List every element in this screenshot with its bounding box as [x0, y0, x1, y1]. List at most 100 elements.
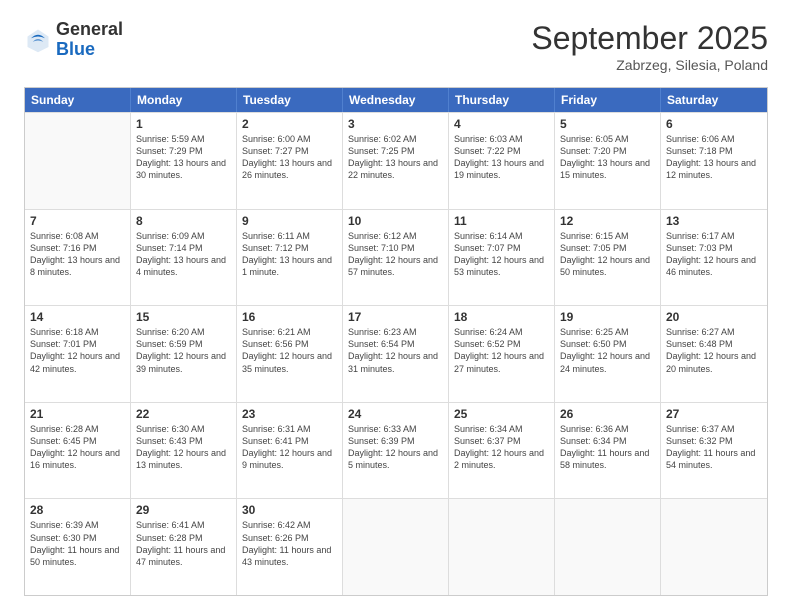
day-info: Sunrise: 6:33 AM Sunset: 6:39 PM Dayligh…	[348, 423, 443, 472]
day-info: Sunrise: 6:11 AM Sunset: 7:12 PM Dayligh…	[242, 230, 337, 279]
day-info: Sunrise: 6:34 AM Sunset: 6:37 PM Dayligh…	[454, 423, 549, 472]
weekday-header: Tuesday	[237, 88, 343, 112]
calendar-cell: 5Sunrise: 6:05 AM Sunset: 7:20 PM Daylig…	[555, 113, 661, 209]
calendar-cell: 20Sunrise: 6:27 AM Sunset: 6:48 PM Dayli…	[661, 306, 767, 402]
day-number: 14	[30, 310, 125, 324]
calendar-cell: 27 Sunrise: 6:37 AM Sunset: 6:32 PM Dayli…	[661, 403, 767, 499]
calendar-header: SundayMondayTuesdayWednesdayThursdayFrid…	[25, 88, 767, 112]
day-number: 16	[242, 310, 337, 324]
calendar-row: 14 Sunrise: 6:18 AM Sunset: 7:01 PM Dayli…	[25, 305, 767, 402]
calendar-cell: 8 Sunrise: 6:09 AM Sunset: 7:14 PM Daylig…	[131, 210, 237, 306]
calendar-cell: 24 Sunrise: 6:33 AM Sunset: 6:39 PM Dayli…	[343, 403, 449, 499]
calendar-cell: 1Sunrise: 5:59 AM Sunset: 7:29 PM Daylig…	[131, 113, 237, 209]
day-info: Sunrise: 6:14 AM Sunset: 7:07 PM Dayligh…	[454, 230, 549, 279]
day-info: Sunrise: 6:17 AM Sunset: 7:03 PM Dayligh…	[666, 230, 762, 279]
calendar-row: 7 Sunrise: 6:08 AM Sunset: 7:16 PM Daylig…	[25, 209, 767, 306]
calendar-cell: 4Sunrise: 6:03 AM Sunset: 7:22 PM Daylig…	[449, 113, 555, 209]
calendar-cell	[661, 499, 767, 595]
logo-blue: Blue	[56, 39, 95, 59]
day-number: 17	[348, 310, 443, 324]
day-number: 9	[242, 214, 337, 228]
day-info: Sunrise: 6:25 AM Sunset: 6:50 PM Dayligh…	[560, 326, 655, 375]
day-info: Sunrise: 6:30 AM Sunset: 6:43 PM Dayligh…	[136, 423, 231, 472]
calendar-cell: 25 Sunrise: 6:34 AM Sunset: 6:37 PM Dayli…	[449, 403, 555, 499]
day-number: 1	[136, 117, 231, 131]
day-number: 3	[348, 117, 443, 131]
day-info: Sunrise: 6:23 AM Sunset: 6:54 PM Dayligh…	[348, 326, 443, 375]
day-info: Sunrise: 6:12 AM Sunset: 7:10 PM Dayligh…	[348, 230, 443, 279]
weekday-header: Monday	[131, 88, 237, 112]
logo-icon	[24, 26, 52, 54]
title-block: September 2025 Zabrzeg, Silesia, Poland	[531, 20, 768, 73]
weekday-header: Saturday	[661, 88, 767, 112]
calendar-cell: 14 Sunrise: 6:18 AM Sunset: 7:01 PM Dayli…	[25, 306, 131, 402]
day-number: 21	[30, 407, 125, 421]
calendar-cell: 16 Sunrise: 6:21 AM Sunset: 6:56 PM Dayli…	[237, 306, 343, 402]
calendar-cell: 2Sunrise: 6:00 AM Sunset: 7:27 PM Daylig…	[237, 113, 343, 209]
day-number: 23	[242, 407, 337, 421]
day-info: Sunrise: 6:15 AM Sunset: 7:05 PM Dayligh…	[560, 230, 655, 279]
calendar-cell: 19Sunrise: 6:25 AM Sunset: 6:50 PM Dayli…	[555, 306, 661, 402]
day-info: Sunrise: 6:41 AM Sunset: 6:28 PM Dayligh…	[136, 519, 231, 568]
calendar-cell: 29Sunrise: 6:41 AM Sunset: 6:28 PM Dayli…	[131, 499, 237, 595]
calendar-cell: 22 Sunrise: 6:30 AM Sunset: 6:43 PM Dayli…	[131, 403, 237, 499]
calendar-cell: 11 Sunrise: 6:14 AM Sunset: 7:07 PM Dayli…	[449, 210, 555, 306]
calendar-cell: 17 Sunrise: 6:23 AM Sunset: 6:54 PM Dayli…	[343, 306, 449, 402]
day-number: 18	[454, 310, 549, 324]
day-info: Sunrise: 6:31 AM Sunset: 6:41 PM Dayligh…	[242, 423, 337, 472]
calendar: SundayMondayTuesdayWednesdayThursdayFrid…	[24, 87, 768, 596]
calendar-cell: 10 Sunrise: 6:12 AM Sunset: 7:10 PM Dayli…	[343, 210, 449, 306]
day-number: 6	[666, 117, 762, 131]
day-number: 13	[666, 214, 762, 228]
logo-general: General	[56, 19, 123, 39]
calendar-cell: 23 Sunrise: 6:31 AM Sunset: 6:41 PM Dayli…	[237, 403, 343, 499]
day-number: 24	[348, 407, 443, 421]
day-info: Sunrise: 6:28 AM Sunset: 6:45 PM Dayligh…	[30, 423, 125, 472]
day-number: 12	[560, 214, 655, 228]
calendar-body: 1Sunrise: 5:59 AM Sunset: 7:29 PM Daylig…	[25, 112, 767, 595]
calendar-cell: 21 Sunrise: 6:28 AM Sunset: 6:45 PM Dayli…	[25, 403, 131, 499]
calendar-cell: 3 Sunrise: 6:02 AM Sunset: 7:25 PM Daylig…	[343, 113, 449, 209]
day-info: Sunrise: 6:08 AM Sunset: 7:16 PM Dayligh…	[30, 230, 125, 279]
day-number: 2	[242, 117, 337, 131]
day-info: Sunrise: 6:09 AM Sunset: 7:14 PM Dayligh…	[136, 230, 231, 279]
day-number: 22	[136, 407, 231, 421]
calendar-cell	[555, 499, 661, 595]
day-info: Sunrise: 6:39 AM Sunset: 6:30 PM Dayligh…	[30, 519, 125, 568]
calendar-cell: 18Sunrise: 6:24 AM Sunset: 6:52 PM Dayli…	[449, 306, 555, 402]
calendar-cell: 12 Sunrise: 6:15 AM Sunset: 7:05 PM Dayli…	[555, 210, 661, 306]
day-number: 28	[30, 503, 125, 517]
calendar-cell: 7 Sunrise: 6:08 AM Sunset: 7:16 PM Daylig…	[25, 210, 131, 306]
calendar-cell: 9 Sunrise: 6:11 AM Sunset: 7:12 PM Daylig…	[237, 210, 343, 306]
calendar-cell: 13 Sunrise: 6:17 AM Sunset: 7:03 PM Dayli…	[661, 210, 767, 306]
calendar-cell: 15Sunrise: 6:20 AM Sunset: 6:59 PM Dayli…	[131, 306, 237, 402]
day-info: Sunrise: 6:02 AM Sunset: 7:25 PM Dayligh…	[348, 133, 443, 182]
day-info: Sunrise: 6:06 AM Sunset: 7:18 PM Dayligh…	[666, 133, 762, 182]
day-info: Sunrise: 6:18 AM Sunset: 7:01 PM Dayligh…	[30, 326, 125, 375]
page: General Blue September 2025 Zabrzeg, Sil…	[0, 0, 792, 612]
weekday-header: Wednesday	[343, 88, 449, 112]
day-info: Sunrise: 6:27 AM Sunset: 6:48 PM Dayligh…	[666, 326, 762, 375]
calendar-cell	[449, 499, 555, 595]
month-title: September 2025	[531, 20, 768, 57]
day-number: 10	[348, 214, 443, 228]
logo: General Blue	[24, 20, 123, 60]
calendar-row: 21 Sunrise: 6:28 AM Sunset: 6:45 PM Dayli…	[25, 402, 767, 499]
subtitle: Zabrzeg, Silesia, Poland	[531, 57, 768, 73]
day-number: 27	[666, 407, 762, 421]
day-info: Sunrise: 6:37 AM Sunset: 6:32 PM Dayligh…	[666, 423, 762, 472]
day-number: 25	[454, 407, 549, 421]
calendar-cell: 30Sunrise: 6:42 AM Sunset: 6:26 PM Dayli…	[237, 499, 343, 595]
day-info: Sunrise: 6:21 AM Sunset: 6:56 PM Dayligh…	[242, 326, 337, 375]
calendar-row: 28 Sunrise: 6:39 AM Sunset: 6:30 PM Dayli…	[25, 498, 767, 595]
calendar-cell: 28 Sunrise: 6:39 AM Sunset: 6:30 PM Dayli…	[25, 499, 131, 595]
day-number: 8	[136, 214, 231, 228]
day-number: 26	[560, 407, 655, 421]
header: General Blue September 2025 Zabrzeg, Sil…	[24, 20, 768, 73]
logo-text: General Blue	[56, 20, 123, 60]
day-info: Sunrise: 6:05 AM Sunset: 7:20 PM Dayligh…	[560, 133, 655, 182]
day-number: 7	[30, 214, 125, 228]
calendar-cell: 26Sunrise: 6:36 AM Sunset: 6:34 PM Dayli…	[555, 403, 661, 499]
weekday-header: Sunday	[25, 88, 131, 112]
day-number: 11	[454, 214, 549, 228]
